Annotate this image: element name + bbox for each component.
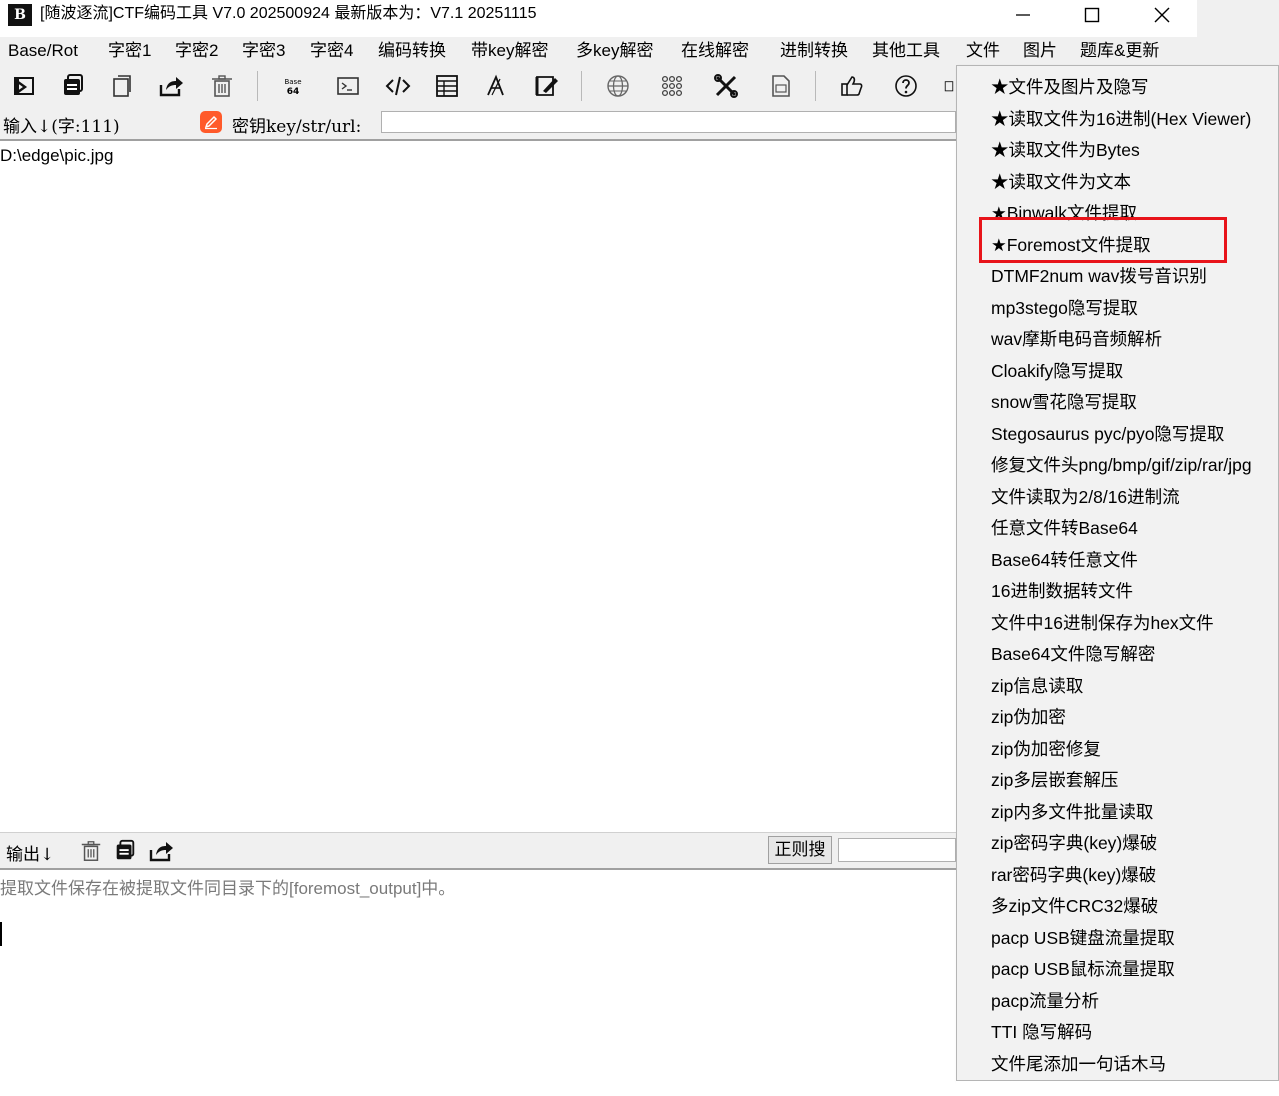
share-icon[interactable] bbox=[156, 71, 186, 101]
thumbs-up-icon[interactable] bbox=[837, 71, 867, 101]
menu-other-tools[interactable]: 其他工具 bbox=[872, 40, 940, 62]
menu-cipher4[interactable]: 字密4 bbox=[310, 40, 353, 62]
toolbar-separator bbox=[257, 71, 258, 101]
menu-cipher2[interactable]: 字密2 bbox=[175, 40, 218, 62]
app-logo: B bbox=[8, 4, 32, 26]
menu-item-append-webshell[interactable]: 文件尾添加一句话木马 bbox=[991, 1050, 1166, 1078]
copy-icon[interactable] bbox=[58, 71, 88, 101]
menu-item-zip-batch-read[interactable]: zip内多文件批量读取 bbox=[991, 798, 1153, 826]
svg-text:Base: Base bbox=[284, 78, 301, 86]
menu-item-fix-header[interactable]: 修复文件头png/bmp/gif/zip/rar/jpg bbox=[991, 451, 1252, 479]
input-textarea[interactable]: D:\edge\pic.jpg bbox=[0, 146, 113, 166]
maximize-button[interactable] bbox=[1057, 0, 1127, 30]
regex-search-button[interactable]: 正则搜 bbox=[768, 836, 832, 864]
menu-item-wav-morse[interactable]: wav摩斯电码音频解析 bbox=[991, 325, 1162, 353]
input-divider bbox=[0, 139, 956, 141]
globe-icon[interactable] bbox=[603, 71, 633, 101]
font-icon[interactable] bbox=[481, 71, 511, 101]
toolbar-overflow-icon[interactable] bbox=[942, 71, 956, 101]
menu-item-usb-mouse[interactable]: pacp USB鼠标流量提取 bbox=[991, 955, 1175, 983]
menu-encoding[interactable]: 编码转换 bbox=[378, 40, 446, 62]
toolbar-separator bbox=[581, 71, 582, 101]
clear-output-icon[interactable] bbox=[78, 838, 104, 864]
menu-item-base64-to-file[interactable]: Base64转任意文件 bbox=[991, 546, 1138, 574]
grid-icon[interactable] bbox=[657, 71, 687, 101]
toolbar: Base 64 bbox=[0, 65, 956, 107]
menu-item-dtmf2num[interactable]: DTMF2num wav拨号音识别 bbox=[991, 262, 1207, 290]
input-label: 输入↓(字:111) bbox=[3, 117, 120, 137]
key-icon bbox=[200, 111, 222, 133]
menu-item-zip-pseudo-encrypt[interactable]: zip伪加密 bbox=[991, 703, 1066, 731]
menu-item-file-image-stego[interactable]: ★文件及图片及隐写 bbox=[991, 73, 1149, 101]
menu-image[interactable]: 图片 bbox=[1023, 40, 1057, 62]
menu-multikey[interactable]: 多key解密 bbox=[576, 40, 653, 62]
menu-file[interactable]: 文件 bbox=[966, 40, 1000, 62]
minimize-icon bbox=[1016, 14, 1030, 16]
key-input[interactable] bbox=[381, 111, 956, 133]
delete-icon[interactable] bbox=[207, 71, 237, 101]
menu-item-rar-bruteforce[interactable]: rar密码字典(key)爆破 bbox=[991, 861, 1156, 889]
menu-item-zip-nested[interactable]: zip多层嵌套解压 bbox=[991, 766, 1118, 794]
copy-output-icon[interactable] bbox=[112, 838, 138, 864]
output-divider bbox=[0, 868, 956, 870]
menu-item-mp3stego[interactable]: mp3stego隐写提取 bbox=[991, 294, 1138, 322]
output-label: 输出↓ bbox=[6, 845, 55, 865]
table-icon[interactable] bbox=[432, 71, 462, 101]
share-output-icon[interactable] bbox=[148, 838, 174, 864]
terminal-icon[interactable] bbox=[333, 71, 363, 101]
maximize-icon bbox=[1084, 7, 1100, 23]
menu-item-read-binary-stream[interactable]: 文件读取为2/8/16进制流 bbox=[991, 483, 1180, 511]
menu-base-rot[interactable]: Base/Rot bbox=[8, 40, 78, 62]
menu-item-stegosaurus[interactable]: Stegosaurus pyc/pyo隐写提取 bbox=[991, 420, 1224, 448]
menu-item-hex-viewer[interactable]: ★读取文件为16进制(Hex Viewer) bbox=[991, 105, 1251, 133]
menu-item-cloakify[interactable]: Cloakify隐写提取 bbox=[991, 357, 1123, 385]
menu-library-update[interactable]: 题库&更新 bbox=[1080, 40, 1159, 62]
document-icon[interactable] bbox=[765, 71, 795, 101]
minimize-button[interactable] bbox=[988, 0, 1058, 30]
menu-item-hex-to-file[interactable]: 16进制数据转文件 bbox=[991, 577, 1133, 605]
svg-text:64: 64 bbox=[287, 87, 300, 97]
text-caret bbox=[0, 922, 2, 946]
window-title: [随波逐流]CTF编码工具 V7.0 202500924 最新版本为：V7.1 … bbox=[40, 5, 537, 22]
menu-item-zip-bruteforce[interactable]: zip密码字典(key)爆破 bbox=[991, 829, 1157, 857]
close-icon bbox=[1154, 7, 1170, 23]
menu-item-file-to-base64[interactable]: 任意文件转Base64 bbox=[991, 514, 1138, 542]
menu-item-save-hex[interactable]: 文件中16进制保存为hex文件 bbox=[991, 609, 1214, 637]
code-icon[interactable] bbox=[383, 71, 413, 101]
edit-icon[interactable] bbox=[531, 71, 561, 101]
menu-online[interactable]: 在线解密 bbox=[681, 40, 749, 62]
menu-cipher1[interactable]: 字密1 bbox=[108, 40, 151, 62]
menu-key-decrypt[interactable]: 带key解密 bbox=[471, 40, 548, 62]
menu-item-read-bytes[interactable]: ★读取文件为Bytes bbox=[991, 136, 1140, 164]
menu-item-usb-keyboard[interactable]: pacp USB键盘流量提取 bbox=[991, 924, 1175, 952]
menu-radix[interactable]: 进制转换 bbox=[780, 40, 848, 62]
menu-item-zip-pseudo-fix[interactable]: zip伪加密修复 bbox=[991, 735, 1101, 763]
menu-item-zip-info[interactable]: zip信息读取 bbox=[991, 672, 1083, 700]
regex-search-input[interactable] bbox=[838, 838, 956, 862]
highlight-annotation bbox=[979, 217, 1227, 263]
import-icon[interactable] bbox=[9, 71, 39, 101]
paste-icon[interactable] bbox=[107, 71, 137, 101]
window-bottom bbox=[956, 1081, 1279, 1096]
tools-icon[interactable] bbox=[711, 71, 741, 101]
toolbar-separator bbox=[815, 71, 816, 101]
key-label: 密钥key/str/url: bbox=[232, 117, 362, 137]
menu-bar: Base/Rot 字密1 字密2 字密3 字密4 编码转换 带key解密 多ke… bbox=[0, 37, 1197, 65]
menu-item-tti-decode[interactable]: TTI 隐写解码 bbox=[991, 1018, 1092, 1046]
menu-item-pcap-analysis[interactable]: pacp流量分析 bbox=[991, 987, 1099, 1015]
output-textarea[interactable]: 提取文件保存在被提取文件同目录下的[foremost_output]中。 bbox=[0, 874, 455, 899]
base64-icon[interactable]: Base 64 bbox=[278, 71, 308, 101]
menu-item-snow[interactable]: snow雪花隐写提取 bbox=[991, 388, 1137, 416]
window-backdrop bbox=[1197, 0, 1279, 66]
menu-item-read-text[interactable]: ★读取文件为文本 bbox=[991, 168, 1131, 196]
menu-cipher3[interactable]: 字密3 bbox=[242, 40, 285, 62]
menu-item-base64-stego[interactable]: Base64文件隐写解密 bbox=[991, 640, 1155, 668]
close-button[interactable] bbox=[1127, 0, 1197, 30]
menu-item-zip-crc32[interactable]: 多zip文件CRC32爆破 bbox=[991, 892, 1158, 920]
help-icon[interactable] bbox=[891, 71, 921, 101]
